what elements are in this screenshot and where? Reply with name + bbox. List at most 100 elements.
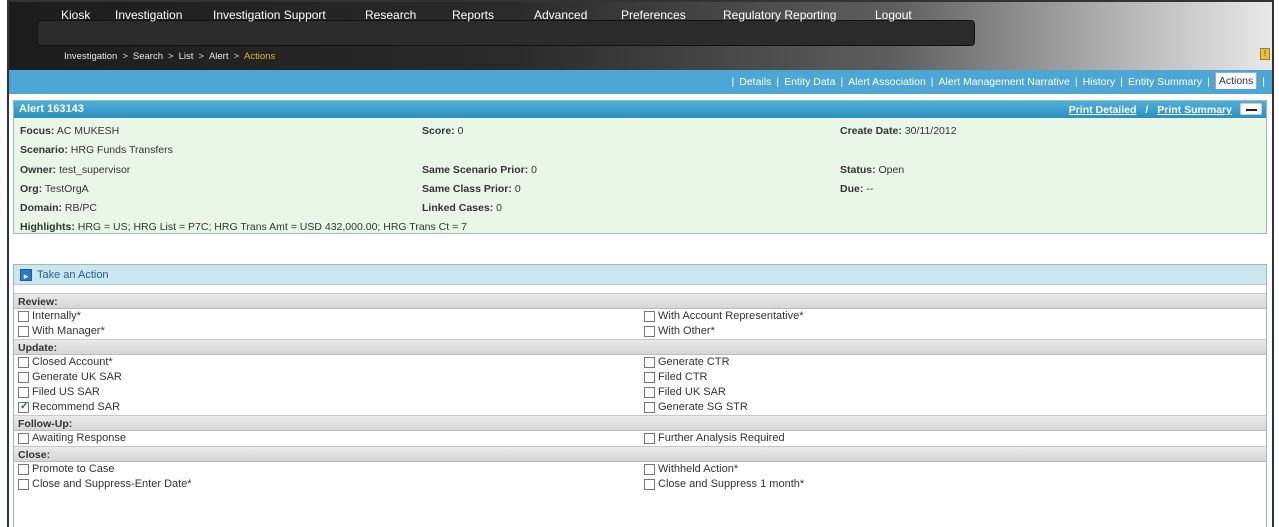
owner-field: Owner: test_supervisor xyxy=(20,164,131,176)
main-menu-bar xyxy=(37,20,975,46)
action-row: Internally* With Account Representative* xyxy=(14,309,1266,324)
breadcrumb-investigation[interactable]: Investigation xyxy=(64,51,117,62)
menu-reports[interactable]: Reports xyxy=(452,8,494,22)
menu-kiosk[interactable]: Kiosk xyxy=(61,8,90,22)
action-row: Filed US SAR Filed UK SAR xyxy=(14,385,1266,400)
tab-details[interactable]: Details xyxy=(739,76,771,88)
alert-header: Alert 163143 Print Detailed / Print Summar… xyxy=(14,101,1266,118)
checkbox-box[interactable] xyxy=(644,310,655,322)
print-links: Print Detailed / Print Summary xyxy=(1068,104,1232,116)
action-row: Recommend SAR Generate SG STR xyxy=(14,400,1266,415)
application-frame: Kiosk Investigation Investigation Suppor… xyxy=(7,0,1274,527)
section-close: Close: xyxy=(14,446,1266,462)
checkbox-awaiting-response[interactable]: Awaiting Response xyxy=(18,432,126,444)
same-class-prior-field: Same Class Prior: 0 xyxy=(422,183,521,195)
alert-tabs: | Details | Entity Data | Alert Associat… xyxy=(727,72,1271,89)
checkbox-box[interactable] xyxy=(644,463,655,475)
print-detailed-link[interactable]: Print Detailed xyxy=(1069,104,1137,116)
print-summary-link[interactable]: Print Summary xyxy=(1157,104,1232,116)
scenario-field: Scenario: HRG Funds Transfers xyxy=(20,144,173,156)
checkbox-box[interactable] xyxy=(18,432,29,444)
checkbox-close-and-suppress-1-month[interactable]: Close and Suppress 1 month* xyxy=(644,478,804,490)
alert-title: Alert 163143 xyxy=(19,103,84,115)
breadcrumb: Investigation > Search > List > Alert > Actions xyxy=(64,51,276,62)
linked-cases-field: Linked Cases: 0 xyxy=(422,202,502,214)
breadcrumb-list[interactable]: List xyxy=(179,51,194,62)
org-field: Org: TestOrgA xyxy=(20,183,89,195)
focus-field: Focus: AC MUKESH xyxy=(20,125,120,137)
action-row: Awaiting Response Further Analysis Requi… xyxy=(14,431,1266,446)
take-action-title: Take an Action xyxy=(37,268,109,281)
top-header: Kiosk Investigation Investigation Suppor… xyxy=(9,2,1272,70)
tab-actions[interactable]: Actions xyxy=(1214,72,1258,89)
tab-entity-summary[interactable]: Entity Summary xyxy=(1128,76,1202,88)
checkbox-closed-account[interactable]: Closed Account* xyxy=(18,356,113,368)
checkbox-close-and-suppress-enter-date[interactable]: Close and Suppress-Enter Date* xyxy=(18,478,192,490)
section-update: Update: xyxy=(14,339,1266,355)
checkbox-box[interactable] xyxy=(18,386,29,398)
due-field: Due: -- xyxy=(840,183,874,195)
checkbox-promote-to-case[interactable]: Promote to Case xyxy=(18,463,115,475)
checkbox-generate-uk-sar[interactable]: Generate UK SAR xyxy=(18,371,122,383)
tab-strip: | Details | Entity Data | Alert Associat… xyxy=(9,70,1272,94)
checkbox-with-manager[interactable]: With Manager* xyxy=(18,325,105,337)
highlights-field: Highlights: HRG = US; HRG List = P7C; HR… xyxy=(20,221,467,233)
checkbox-box[interactable] xyxy=(644,356,655,368)
domain-field: Domain: RB/PC xyxy=(20,202,98,214)
alert-summary-panel: Alert 163143 Print Detailed / Print Summar… xyxy=(13,100,1267,234)
action-row: Close and Suppress-Enter Date* Close and… xyxy=(14,477,1266,492)
checkbox-filed-ctr[interactable]: Filed CTR xyxy=(644,371,708,383)
checkbox-generate-sg-str[interactable]: Generate SG STR xyxy=(644,401,748,413)
menu-advanced[interactable]: Advanced xyxy=(534,8,587,22)
menu-research[interactable]: Research xyxy=(365,8,416,22)
checkbox-box[interactable] xyxy=(644,401,655,413)
expand-icon[interactable]: ▸ xyxy=(20,268,32,281)
tab-alert-association[interactable]: Alert Association xyxy=(848,76,926,88)
checkbox-box[interactable] xyxy=(644,432,655,444)
checkbox-box[interactable] xyxy=(18,356,29,368)
checkbox-box-checked[interactable] xyxy=(18,401,29,413)
same-scenario-prior-field: Same Scenario Prior: 0 xyxy=(422,164,537,176)
action-row: Closed Account* Generate CTR xyxy=(14,355,1266,370)
checkbox-box[interactable] xyxy=(644,371,655,383)
create-date-field: Create Date: 30/11/2012 xyxy=(840,125,957,137)
checkbox-recommend-sar[interactable]: Recommend SAR xyxy=(18,401,120,413)
tab-entity-data[interactable]: Entity Data xyxy=(784,76,835,88)
checkbox-internally[interactable]: Internally* xyxy=(18,310,81,322)
checkbox-with-other[interactable]: With Other* xyxy=(644,325,715,337)
checkbox-box[interactable] xyxy=(18,463,29,475)
checkbox-box[interactable] xyxy=(644,386,655,398)
checkbox-box[interactable] xyxy=(644,325,655,337)
action-row: Generate UK SAR Filed CTR xyxy=(14,370,1266,385)
menu-investigation[interactable]: Investigation xyxy=(115,8,182,22)
section-review: Review: xyxy=(14,293,1266,309)
checkbox-box[interactable] xyxy=(18,371,29,383)
breadcrumb-current: Actions xyxy=(244,51,276,62)
menu-investigation-support[interactable]: Investigation Support xyxy=(213,8,326,22)
checkbox-with-account-representative[interactable]: With Account Representative* xyxy=(644,310,804,322)
checkbox-filed-us-sar[interactable]: Filed US SAR xyxy=(18,386,100,398)
take-action-panel: ▸ Take an Action Review: Internally* Wit… xyxy=(13,264,1267,527)
collapse-icon[interactable] xyxy=(1240,103,1262,115)
take-action-header[interactable]: ▸ Take an Action xyxy=(14,265,1266,285)
section-follow-up: Follow-Up: xyxy=(14,415,1266,431)
notification-icon[interactable]: ! xyxy=(1260,48,1270,60)
tab-history[interactable]: History xyxy=(1083,76,1116,88)
breadcrumb-search[interactable]: Search xyxy=(133,51,163,62)
checkbox-generate-ctr[interactable]: Generate CTR xyxy=(644,356,730,368)
score-field: Score: 0 xyxy=(422,125,464,137)
checkbox-withheld-action[interactable]: Withheld Action* xyxy=(644,463,738,475)
checkbox-box[interactable] xyxy=(18,310,29,322)
checkbox-filed-uk-sar[interactable]: Filed UK SAR xyxy=(644,386,726,398)
menu-preferences[interactable]: Preferences xyxy=(621,8,686,22)
status-field: Status: Open xyxy=(840,164,905,176)
menu-logout[interactable]: Logout xyxy=(875,8,912,22)
action-row: With Manager* With Other* xyxy=(14,324,1266,339)
checkbox-box[interactable] xyxy=(18,478,29,490)
menu-regulatory-reporting[interactable]: Regulatory Reporting xyxy=(723,8,836,22)
checkbox-box[interactable] xyxy=(18,325,29,337)
breadcrumb-alert[interactable]: Alert xyxy=(209,51,229,62)
tab-alert-management-narrative[interactable]: Alert Management Narrative xyxy=(939,76,1070,88)
checkbox-further-analysis-required[interactable]: Further Analysis Required xyxy=(644,432,785,444)
checkbox-box[interactable] xyxy=(644,478,655,490)
